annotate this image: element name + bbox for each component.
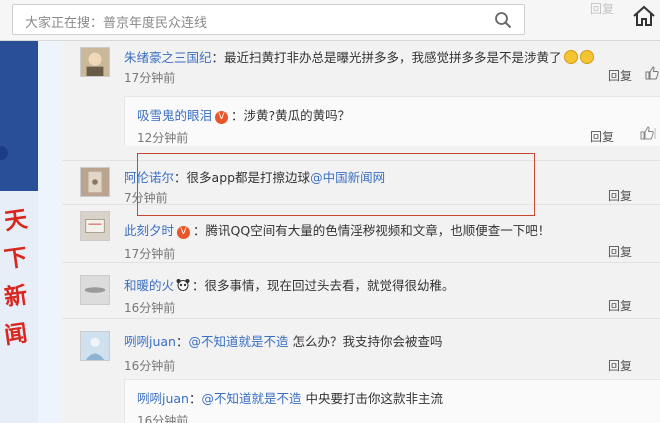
- home-icon[interactable]: [632, 5, 656, 27]
- comment-item: 咧咧juan：@不知道就是不造 怎么办？我支持你会被查吗 16分钟前 回复 咧咧…: [62, 319, 660, 423]
- vip-badge-icon: V: [177, 226, 191, 239]
- search-icon[interactable]: [494, 11, 512, 29]
- comment-text: 腾讯QQ空间有大量的色情淫秽视频和文章，也顺便查一下吧！: [205, 223, 551, 238]
- sub-reply-time: 16分钟前: [137, 414, 189, 423]
- comment-item: 和暖的火 ：很多事情，现在回过头去看，就觉得很幼稚。 16分钟前 回复: [62, 263, 660, 319]
- avatar[interactable]: [80, 331, 110, 361]
- comment-time: 16分钟前: [124, 301, 176, 315]
- reply-button[interactable]: 回复: [608, 187, 632, 204]
- like-icon[interactable]: [645, 66, 659, 80]
- avatar[interactable]: [80, 167, 110, 197]
- panda-icon: [176, 279, 190, 291]
- top-bar: 大家正在搜：普京年度民众连线 回复: [0, 0, 660, 41]
- like-icon[interactable]: [640, 126, 656, 140]
- comment-user[interactable]: 此刻夕时: [124, 223, 174, 238]
- banner-dot: [0, 146, 8, 160]
- comment-user[interactable]: 和暖的火: [124, 278, 174, 293]
- comment-line: 朱绪豪之三国纪：最近扫黄打非办总是曝光拼多多，我感觉拼多多是不是涉黄了: [124, 47, 594, 66]
- top-faint-text: 回复: [590, 2, 615, 16]
- comment-user[interactable]: 咧咧juan: [124, 334, 176, 349]
- search-box[interactable]: 大家正在搜：普京年度民众连线: [12, 4, 525, 35]
- sub-reply-line: 咧咧juan：@不知道就是不造 中央要打击你这款非主流: [137, 391, 443, 406]
- sub-reply-user[interactable]: 吸雪鬼的眼泪: [137, 108, 212, 123]
- comment-line: 此刻夕时 V ：腾讯QQ空间有大量的色情淫秽视频和文章，也顺便查一下吧！: [124, 223, 551, 239]
- reply-button[interactable]: 回复: [608, 297, 632, 314]
- comment-line: 和暖的火 ：很多事情，现在回过头去看，就觉得很幼稚。: [124, 278, 455, 293]
- sub-reply-line: 吸雪鬼的眼泪 V ：涉黄?黄瓜的黄吗？: [137, 108, 351, 124]
- sub-reply-time: 12分钟前: [137, 131, 189, 145]
- reply-button[interactable]: 回复: [608, 243, 632, 260]
- avatar[interactable]: [80, 47, 110, 77]
- avatar[interactable]: [80, 275, 110, 305]
- avatar[interactable]: [80, 211, 110, 241]
- comment-text: 最近扫黄打非办总是曝光拼多多，我感觉拼多多是不是涉黄了: [224, 50, 562, 65]
- sub-reply-text: 中央要打击你这款非主流: [301, 391, 443, 406]
- side-banner: 天 下 新 闻: [0, 41, 38, 423]
- vip-badge-icon: V: [215, 111, 229, 124]
- banner-char: 下: [2, 243, 30, 274]
- mention-link[interactable]: @不知道就是不造: [202, 391, 302, 406]
- banner-char: 天: [2, 205, 30, 236]
- comment-list: 朱绪豪之三国纪：最近扫黄打非办总是曝光拼多多，我感觉拼多多是不是涉黄了 17分钟…: [62, 41, 660, 423]
- comment-time: 17分钟前: [124, 247, 176, 261]
- comment-item: 朱绪豪之三国纪：最近扫黄打非办总是曝光拼多多，我感觉拼多多是不是涉黄了 17分钟…: [62, 41, 660, 161]
- comment-line: 咧咧juan：@不知道就是不造 怎么办？我支持你会被查吗: [124, 334, 443, 349]
- reply-button[interactable]: 回复: [608, 67, 632, 84]
- emoji-icon: [579, 50, 594, 64]
- comment-user[interactable]: 朱绪豪之三国纪: [124, 50, 212, 65]
- sub-reply-user[interactable]: 咧咧juan: [137, 391, 189, 406]
- comment-text: 很多事情，现在回过头去看，就觉得很幼稚。: [204, 278, 455, 293]
- sub-reply-text: 涉黄?黄瓜的黄吗？: [243, 108, 351, 123]
- highlight-box: [137, 153, 535, 216]
- search-input[interactable]: 大家正在搜：普京年度民众连线: [25, 12, 207, 31]
- mention-link[interactable]: @不知道就是不造: [189, 334, 289, 349]
- banner-char: 新: [2, 281, 30, 312]
- emoji-icon: [563, 50, 578, 64]
- reply-button[interactable]: 回复: [608, 357, 632, 374]
- comment-time: 17分钟前: [124, 71, 176, 85]
- comment-time: 16分钟前: [124, 359, 176, 373]
- gutter: [38, 41, 62, 423]
- reply-button[interactable]: 回复: [590, 128, 614, 145]
- comment-text: 怎么办？我支持你会被查吗: [288, 334, 443, 349]
- sub-reply: 咧咧juan：@不知道就是不造 中央要打击你这款非主流 16分钟前: [124, 379, 660, 423]
- sub-reply: 吸雪鬼的眼泪 V ：涉黄?黄瓜的黄吗？ 12分钟前 回复: [124, 96, 660, 146]
- banner-char: 闻: [2, 319, 30, 350]
